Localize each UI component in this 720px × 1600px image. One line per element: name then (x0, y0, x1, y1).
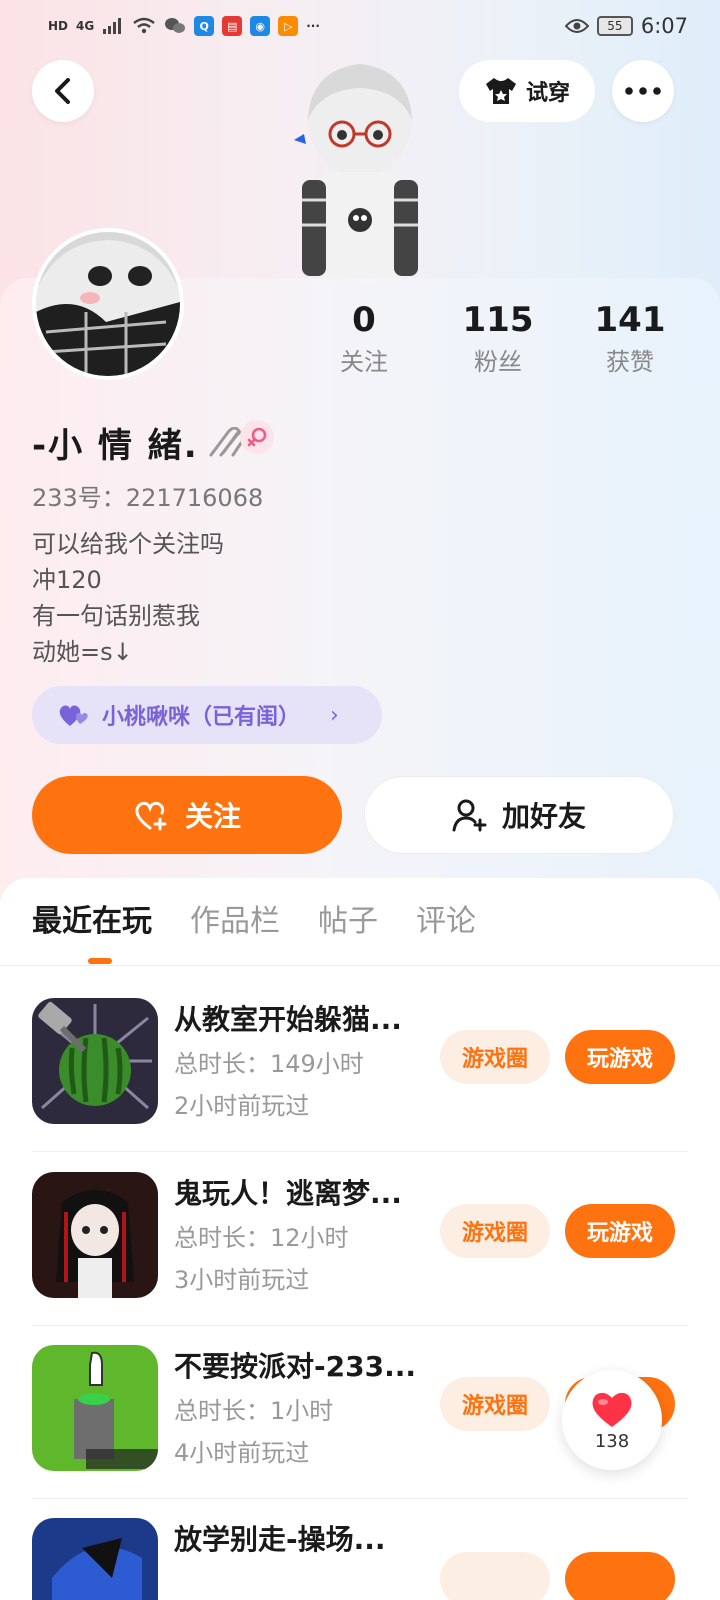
bio-line: 有一句话别惹我 (32, 602, 200, 630)
chevron-left-icon (55, 78, 70, 104)
idea-app-icon: ◉ (250, 16, 271, 36)
nickname-text: -小 情 緒. (32, 426, 199, 466)
game-icon[interactable] (32, 1518, 158, 1600)
game-title: 从教室开始躲猫... (174, 1003, 402, 1036)
like-floating-button[interactable]: 138 (562, 1370, 662, 1470)
stat-followers[interactable]: 115 粉丝 (438, 298, 558, 382)
more-button[interactable] (612, 60, 674, 122)
bio: 可以给我个关注吗 冲120 有一句话别惹我 动她=s↓ (32, 526, 224, 670)
game-last-played: 4小时前玩过 (174, 1439, 310, 1467)
heart-plus-icon (135, 801, 167, 831)
signal-icon (103, 18, 122, 34)
game-title: 鬼玩人！逃离梦... (174, 1177, 402, 1210)
game-duration: 总时长：1小时 (174, 1397, 334, 1425)
stat-likes-value: 141 (594, 300, 666, 340)
stat-following-label: 关注 (340, 348, 388, 376)
game-title: 放学别走-操场... (174, 1523, 386, 1556)
game-list-item[interactable]: 放学别走-操场... (0, 1498, 720, 1600)
school-game-icon (32, 1518, 158, 1600)
chevron-right-icon: › (330, 702, 339, 728)
play-app-icon: ▷ (278, 16, 299, 36)
game-duration: 总时长：149小时 (174, 1050, 364, 1078)
bio-line: 冲120 (32, 566, 102, 594)
active-tab-indicator (88, 958, 112, 964)
tab-recent-play[interactable]: 最近在玩 (32, 896, 152, 948)
game-circle-button[interactable] (440, 1552, 550, 1600)
battery-icon: 55 (596, 16, 633, 36)
status-bar: HD 4G Q ▤ ◉ ▷ ··· 55 6:07 (0, 0, 720, 52)
stat-likes-label: 获赞 (606, 348, 654, 376)
play-game-button[interactable] (565, 1552, 675, 1600)
tshirt-icon (485, 78, 516, 104)
wechat-icon (165, 18, 186, 33)
reader-app-icon: ▤ (222, 16, 243, 36)
stat-following[interactable]: 0 关注 (304, 298, 424, 382)
follow-label: 关注 (184, 800, 241, 833)
game-circle-button[interactable]: 游戏圈 (440, 1377, 550, 1431)
network-label: HD (48, 19, 69, 33)
status-right: 55 6:07 (564, 14, 688, 38)
try-on-label: 试穿 (525, 81, 570, 106)
add-friend-button[interactable]: 加好友 (364, 776, 674, 854)
search-app-icon: Q (194, 16, 215, 36)
hearts-icon (59, 705, 88, 726)
game-last-played: 2小时前玩过 (174, 1092, 310, 1120)
tabs-divider (0, 965, 720, 966)
add-friend-label: 加好友 (501, 800, 586, 833)
game-list-item[interactable]: 从教室开始躲猫... 总时长：149小时 2小时前玩过 游戏圈 玩游戏 (0, 978, 720, 1152)
ghost-game-icon (32, 1172, 158, 1298)
watermelon-game-icon (32, 998, 158, 1124)
user-id: 233号：221716068 (32, 484, 264, 512)
tab-posts[interactable]: 帖子 (318, 896, 378, 948)
game-circle-button[interactable]: 游戏圈 (440, 1030, 550, 1084)
gender-badge (240, 420, 274, 454)
game-circle-button[interactable]: 游戏圈 (440, 1204, 550, 1258)
game-list-item[interactable]: 鬼玩人！逃离梦... 总时长：12小时 3小时前玩过 游戏圈 玩游戏 (0, 1152, 720, 1326)
game-icon[interactable] (32, 998, 158, 1124)
like-count: 138 (594, 1430, 630, 1452)
couple-tag[interactable]: 小桃啾咪（已有闺） › (32, 686, 382, 744)
bio-line: 可以给我个关注吗 (32, 530, 224, 558)
profile-tabs: 最近在玩 作品栏 帖子 评论 (32, 896, 476, 948)
couple-tag-label: 小桃啾咪（已有闺） (102, 705, 301, 730)
follow-button[interactable]: 关注 (32, 776, 342, 854)
bio-line: 动她=s↓ (32, 638, 133, 666)
tab-works[interactable]: 作品栏 (190, 896, 280, 948)
game-duration: 总时长：12小时 (174, 1224, 349, 1252)
stat-followers-label: 粉丝 (474, 348, 522, 376)
female-icon (247, 427, 267, 447)
nickname: -小 情 緒. (32, 418, 247, 467)
avatar[interactable] (32, 228, 184, 380)
character-avatar-image[interactable] (280, 50, 440, 282)
user-plus-icon (452, 799, 487, 832)
heart-icon (592, 1392, 632, 1427)
profile-stats: 0 关注 115 粉丝 141 获赞 (300, 298, 700, 388)
clock: 6:07 (640, 14, 688, 38)
game-icon[interactable] (32, 1345, 158, 1471)
status-left: HD 4G Q ▤ ◉ ▷ ··· (48, 16, 320, 36)
game-title: 不要按派对-233... (174, 1350, 416, 1383)
stat-likes[interactable]: 141 获赞 (570, 298, 690, 382)
try-on-button[interactable]: 试穿 (459, 60, 595, 122)
game-icon[interactable] (32, 1172, 158, 1298)
wifi-icon (133, 17, 155, 34)
back-button[interactable] (32, 60, 94, 122)
stat-followers-value: 115 (462, 300, 534, 340)
eye-icon (564, 19, 589, 33)
signal-label: 4G (76, 19, 95, 33)
more-notifications-icon: ··· (306, 19, 320, 33)
play-game-button[interactable]: 玩游戏 (565, 1030, 675, 1084)
stat-following-value: 0 (352, 300, 376, 340)
more-dots-icon (625, 87, 661, 95)
party-button-game-icon (32, 1345, 158, 1471)
tab-comments[interactable]: 评论 (416, 896, 476, 948)
game-last-played: 3小时前玩过 (174, 1266, 310, 1294)
play-game-button[interactable]: 玩游戏 (565, 1204, 675, 1258)
avatar-image (36, 232, 180, 376)
